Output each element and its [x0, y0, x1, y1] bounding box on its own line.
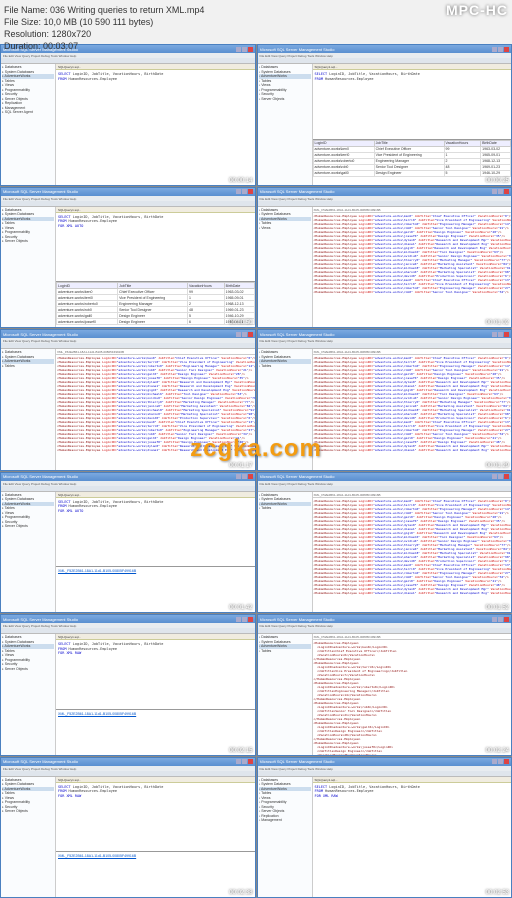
- thumb-1[interactable]: Microsoft SQL Server Management Studio F…: [0, 44, 256, 186]
- player-logo: MPC-HC: [446, 2, 508, 18]
- sql-editor[interactable]: SELECT LoginID, JobTitle, VacationHours,…: [56, 70, 255, 185]
- thumb-2[interactable]: Microsoft SQL Server Management Studio F…: [257, 44, 512, 186]
- thumb-9[interactable]: Microsoft SQL Server Management Studio F…: [0, 614, 256, 756]
- thumb-11[interactable]: Microsoft SQL Server Management Studio F…: [0, 757, 256, 898]
- xml-link[interactable]: XML_F52E2B61-18A1-11d1-B105-00805F49916B: [56, 566, 255, 612]
- object-explorer[interactable]: DatabasesSystem DatabasesAdventureWorksT…: [1, 64, 56, 185]
- thumb-12[interactable]: Microsoft SQL Server Management Studio F…: [257, 757, 512, 898]
- thumb-10[interactable]: Microsoft SQL Server Management Studio F…: [257, 614, 512, 756]
- thumbnail-grid: Microsoft SQL Server Management Studio F…: [0, 44, 512, 898]
- thumb-5[interactable]: Microsoft SQL Server Management Studio F…: [0, 329, 256, 471]
- thumb-7[interactable]: Microsoft SQL Server Management Studio F…: [0, 472, 256, 614]
- info-panel: File Name: 036 Writing queries to return…: [0, 0, 512, 44]
- results-grid[interactable]: LoginIDJobTitleVacationHoursBirthDate ad…: [313, 139, 512, 185]
- thumb-3[interactable]: Microsoft SQL Server Management Studio F…: [0, 187, 256, 329]
- thumb-8[interactable]: Microsoft SQL Server Management Studio F…: [257, 472, 512, 614]
- xml-viewer[interactable]: <HumanResources.Employee LoginID="advent…: [313, 213, 512, 328]
- thumb-4[interactable]: Microsoft SQL Server Management Studio F…: [257, 187, 512, 329]
- thumb-6[interactable]: Microsoft SQL Server Management Studio F…: [257, 329, 512, 471]
